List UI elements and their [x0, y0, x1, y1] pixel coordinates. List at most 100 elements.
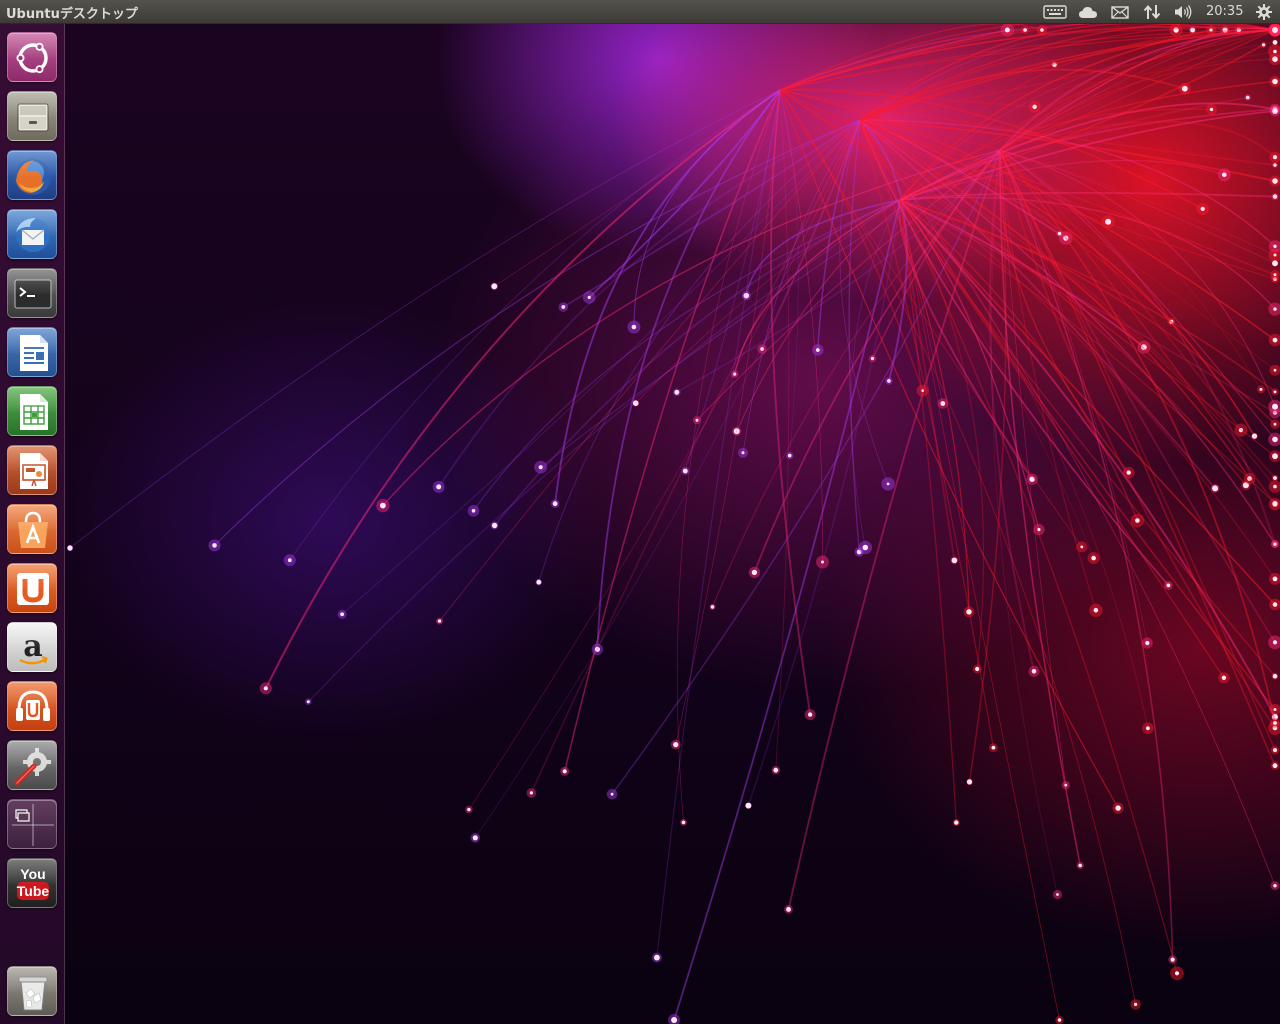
ubuntu-one-icon — [17, 573, 49, 605]
fiber-tip — [1273, 49, 1277, 54]
fiber-tip — [1251, 433, 1258, 439]
fiber-tip — [1032, 104, 1037, 110]
top-panel: Ubuntuデスクトップ 20:35 — [0, 0, 1280, 24]
libreoffice-calc-button[interactable] — [7, 386, 57, 436]
cloud-icon[interactable] — [1076, 2, 1100, 22]
fiber-tip — [815, 348, 820, 352]
system-settings-button[interactable] — [7, 740, 57, 790]
fiber-strand — [817, 119, 861, 351]
fiber-tip — [1212, 485, 1219, 492]
youtube-button[interactable]: You Tube — [7, 858, 57, 908]
fiber-tip — [1105, 218, 1112, 225]
amazon-button[interactable]: a — [7, 622, 57, 672]
libreoffice-impress-button[interactable] — [7, 445, 57, 495]
volume-icon[interactable] — [1171, 2, 1195, 22]
keyboard-icon[interactable] — [1042, 2, 1068, 22]
fiber-tip — [562, 769, 567, 774]
fiber-strand — [633, 89, 781, 328]
fiber-tip — [1272, 337, 1278, 343]
fiber-tip — [1146, 726, 1150, 731]
fiber-tip — [751, 569, 758, 576]
launcher: a You Tube — [0, 24, 65, 1024]
fiber-tip — [745, 802, 752, 809]
ubuntu-one-music-button[interactable] — [7, 681, 57, 731]
software-center-button[interactable] — [7, 504, 57, 554]
clock[interactable]: 20:35 — [1206, 4, 1243, 19]
fiber-tip — [1262, 43, 1266, 47]
fiber-tip — [1272, 453, 1278, 460]
youtube-tube-text: Tube — [17, 883, 50, 899]
fiber-tip — [1273, 721, 1277, 725]
desktop-wallpaper — [0, 0, 1280, 1024]
ubuntu-one-button[interactable] — [7, 563, 57, 613]
fiber-tip — [212, 543, 217, 548]
fiber-tip — [1166, 583, 1171, 588]
fiber-tip — [940, 401, 946, 406]
session-gear-icon[interactable] — [1253, 2, 1275, 22]
fiber-strand — [899, 199, 1060, 1021]
fiber-strand — [999, 149, 1276, 643]
fiber-tip — [536, 579, 542, 585]
terminal-button[interactable] — [7, 268, 57, 318]
fiber-tip — [695, 418, 699, 422]
fiber-tip — [1273, 244, 1277, 248]
fiber-tip — [561, 305, 566, 309]
youtube-you-text: You — [20, 866, 45, 882]
fiber-tip — [1031, 669, 1037, 674]
fiber-tip — [1145, 640, 1150, 646]
fiber-tip — [1040, 28, 1044, 32]
trash-button[interactable] — [7, 966, 57, 1016]
fiber-strand — [439, 119, 861, 622]
fiber-tip — [587, 295, 591, 299]
fiber-tip — [1135, 518, 1140, 523]
youtube-icon: You Tube — [17, 866, 50, 900]
thunderbird-button[interactable] — [7, 209, 57, 259]
fiber-tip — [306, 700, 310, 704]
fiber-tip — [1273, 368, 1277, 372]
workspace-switcher-icon — [12, 804, 54, 846]
fiber-tip — [1272, 763, 1278, 769]
fiber-tip — [1272, 436, 1278, 443]
fiber-strand — [684, 89, 781, 472]
fiber-tip — [472, 835, 478, 841]
libreoffice-writer-button[interactable] — [7, 327, 57, 377]
fiber-tip — [954, 820, 959, 825]
mail-icon[interactable] — [1108, 2, 1132, 22]
fiber-strand — [289, 89, 781, 561]
fiber-tip — [1272, 403, 1278, 410]
fiber-tip — [1272, 576, 1278, 582]
firefox-button[interactable] — [7, 150, 57, 200]
dash-home-icon — [16, 42, 48, 74]
fiber-tip — [1273, 163, 1277, 167]
fiber-tip — [787, 453, 792, 458]
ubuntu-one-music-icon — [16, 690, 50, 721]
firefox-icon — [15, 159, 51, 195]
fiber-tip — [1064, 783, 1068, 787]
file-manager-button[interactable] — [7, 91, 57, 141]
fiber-tip — [671, 1017, 678, 1023]
fiber-tip — [1200, 206, 1205, 211]
fiber-tip — [1056, 893, 1059, 896]
workspace-switcher-button[interactable] — [7, 799, 57, 849]
fiber-tip — [682, 468, 688, 474]
fiber-strand — [839, 119, 889, 485]
fiber-tip — [529, 791, 534, 795]
fiber-tip — [1273, 307, 1277, 311]
trash-icon — [18, 976, 48, 1011]
fiber-tip — [491, 522, 498, 529]
dash-home-button[interactable] — [7, 32, 57, 82]
fiber-tip — [870, 356, 875, 361]
fiber-tip — [1259, 387, 1263, 391]
fiber-tip — [673, 742, 679, 748]
fiber-tip — [821, 560, 824, 564]
fiber-tip — [773, 767, 779, 773]
fiber-tip — [1057, 231, 1062, 236]
fiber-tip — [631, 324, 637, 330]
libreoffice-writer-icon — [20, 335, 48, 371]
network-icon[interactable] — [1140, 2, 1164, 22]
fiber-strand — [770, 89, 811, 715]
fiber-tip — [287, 558, 292, 563]
libreoffice-calc-icon — [20, 394, 48, 430]
fiber-tip — [1272, 108, 1278, 114]
fiber-tip — [1273, 748, 1277, 753]
